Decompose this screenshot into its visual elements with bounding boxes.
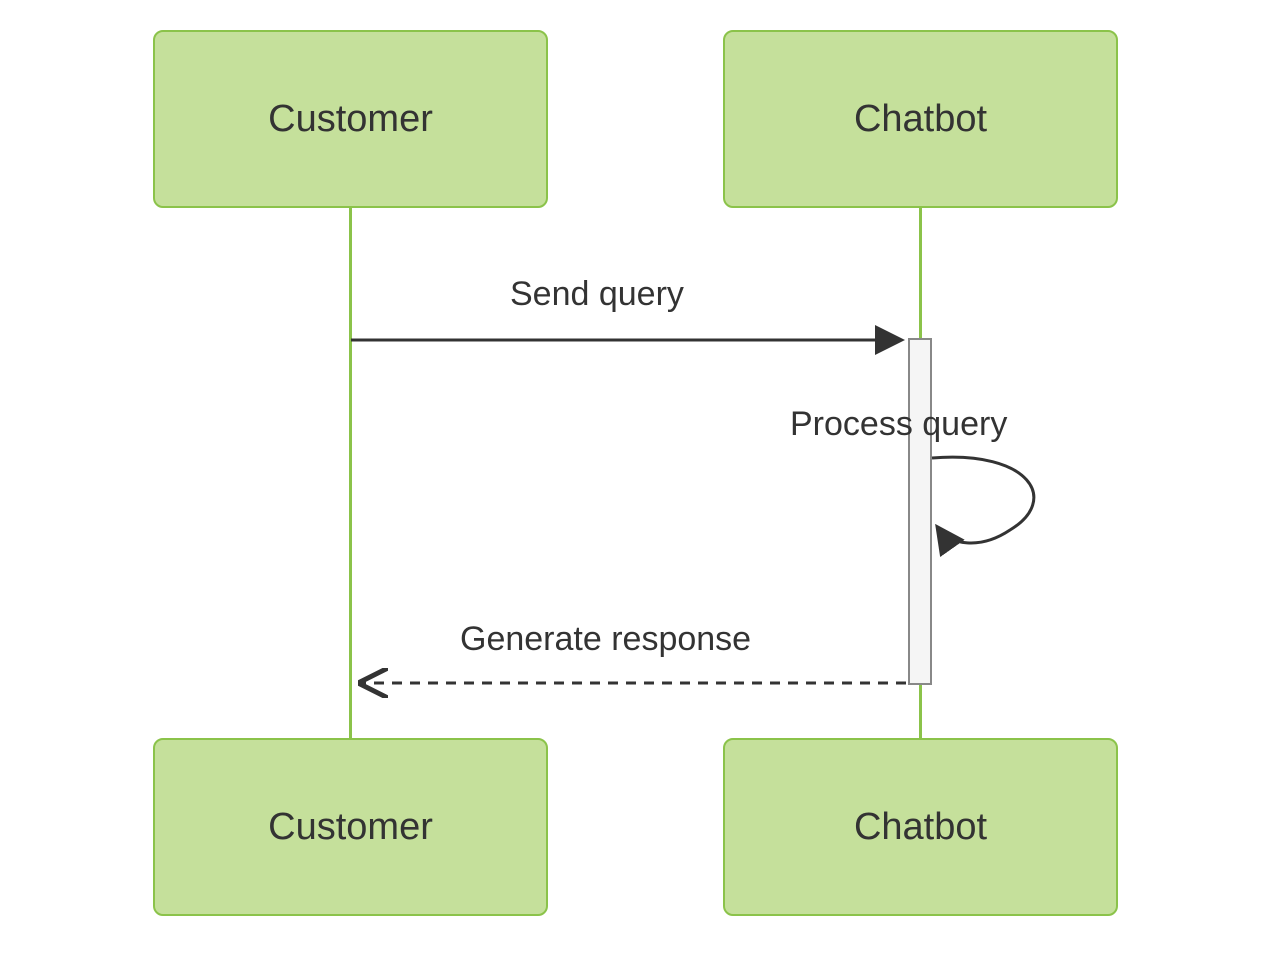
label-send-query: Send query <box>510 275 684 314</box>
participant-chatbot-top: Chatbot <box>723 30 1118 208</box>
participant-label: Chatbot <box>854 806 987 849</box>
participant-chatbot-bottom: Chatbot <box>723 738 1118 916</box>
participant-customer-bottom: Customer <box>153 738 548 916</box>
sequence-diagram: Customer Chatbot Customer Chatbot Send q… <box>0 0 1280 954</box>
label-process-query: Process query <box>790 405 1007 444</box>
activation-chatbot <box>908 338 932 685</box>
participant-label: Customer <box>268 98 433 141</box>
label-generate-response: Generate response <box>460 620 751 659</box>
participant-customer-top: Customer <box>153 30 548 208</box>
participant-label: Customer <box>268 806 433 849</box>
lifeline-customer <box>349 200 352 740</box>
arrow-process-query <box>932 457 1034 543</box>
participant-label: Chatbot <box>854 98 987 141</box>
